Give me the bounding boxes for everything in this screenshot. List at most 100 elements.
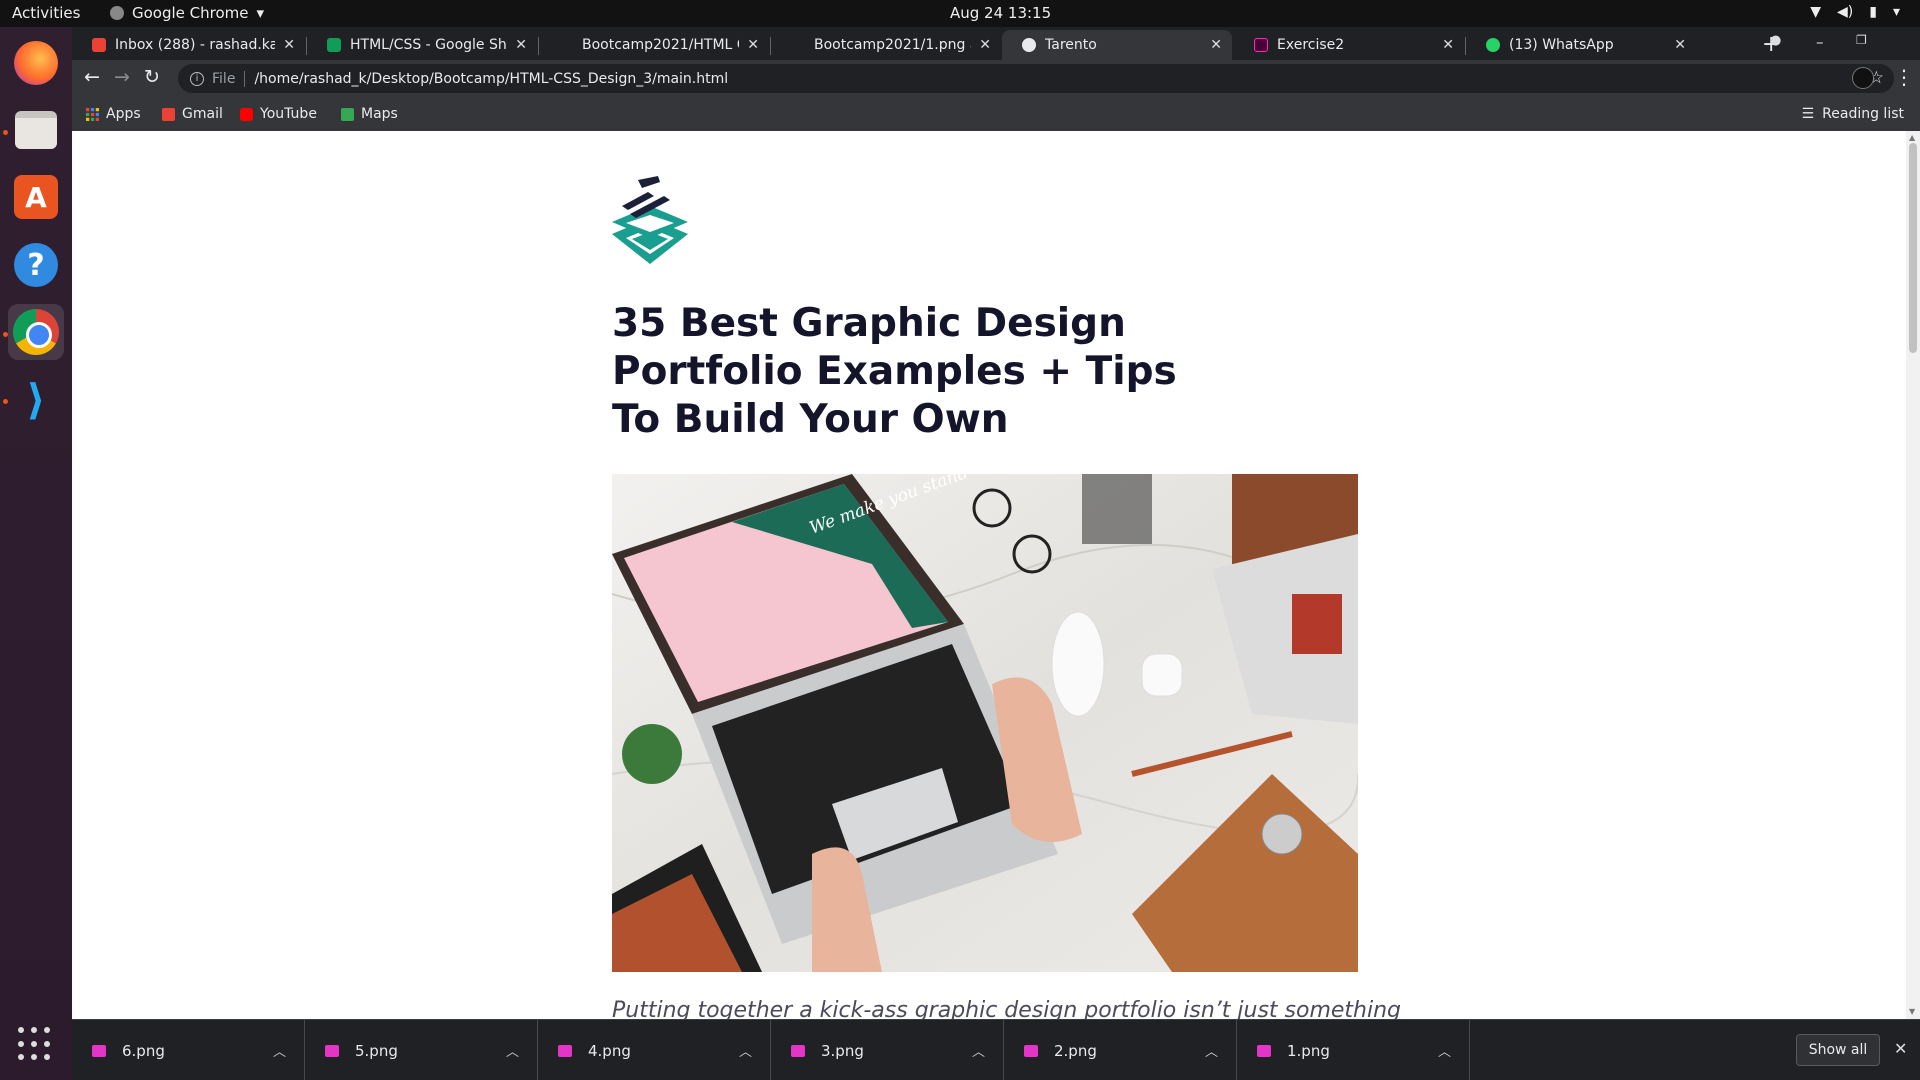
chevron-up-icon[interactable]: ︿ [972,1041,985,1060]
tab-label: Bootcamp2021/1.png at [814,37,972,53]
page-viewport: 35 Best Graphic Design Portfolio Example… [72,131,1920,1019]
tab-search-icon[interactable]: ● [1770,33,1781,48]
bookmark-gmail[interactable]: Gmail [162,106,223,122]
bookmark-maps[interactable]: Maps [341,106,398,122]
github-icon [559,38,573,52]
tab-exercise2[interactable]: Exercise2 ✕ [1234,30,1464,60]
bookmark-label: Maps [361,106,398,122]
download-item[interactable]: 6.png ︿ [72,1020,305,1080]
laptop-desk-photo: We make you stand out! [612,474,1358,972]
restore-button[interactable]: ❐ [1856,33,1867,47]
download-item[interactable]: 5.png ︿ [305,1020,538,1080]
info-icon[interactable]: i [190,71,204,86]
youtube-icon [240,107,253,121]
close-icon[interactable]: ✕ [1894,1039,1907,1058]
dock-files[interactable] [8,102,64,158]
close-icon[interactable]: ✕ [979,37,991,53]
reading-list-button[interactable]: ☰ Reading list [1802,106,1904,122]
maps-icon [341,107,354,121]
firefox-icon [14,41,58,85]
activities-button[interactable]: Activities [12,4,80,22]
dock-software[interactable]: A [8,169,64,225]
chevron-up-icon[interactable]: ︿ [506,1041,519,1060]
dock-firefox[interactable] [8,35,64,91]
close-icon[interactable]: ✕ [283,37,295,53]
tab-sheets[interactable]: HTML/CSS - Google Shee ✕ [307,30,537,60]
tab-label: Tarento [1045,37,1097,53]
reading-list-icon: ☰ [1801,106,1815,122]
download-filename: 3.png [821,1041,864,1060]
back-button[interactable]: ← [84,66,100,88]
software-store-icon: A [14,175,58,219]
app-menu-label: Google Chrome [132,4,249,22]
download-item[interactable]: 1.png ︿ [1237,1020,1470,1080]
help-icon: ? [14,243,58,287]
bookmark-label: Gmail [182,106,223,122]
article-title: 35 Best Graphic Design Portfolio Example… [612,301,1177,442]
close-icon[interactable]: ✕ [1210,37,1222,53]
globe-icon [1022,38,1036,52]
tab-tarento[interactable]: Tarento ✕ [1002,30,1232,60]
chrome-small-icon [110,6,124,20]
site-logo-icon[interactable] [612,176,688,264]
article: 35 Best Graphic Design Portfolio Example… [612,176,1402,1019]
app-menu[interactable]: Google Chrome ▾ [110,4,264,22]
vscode-icon: ⟩ [26,374,46,424]
reload-button[interactable]: ↻ [144,66,160,88]
dock-help[interactable]: ? [8,237,64,293]
bookmark-youtube[interactable]: YouTube [240,106,317,122]
dock: A ? ⟩ [0,27,72,1080]
address-bar[interactable]: i File /home/rashad_k/Desktop/Bootcamp/H… [178,64,1894,93]
tab-label: (13) WhatsApp [1509,37,1614,53]
download-filename: 1.png [1287,1041,1330,1060]
menu-icon[interactable]: ⋮ [1894,65,1914,89]
page-scrollbar[interactable]: ▲ ▼ [1906,131,1920,1019]
show-apps-icon[interactable] [18,1027,54,1063]
chevron-up-icon[interactable]: ︿ [273,1041,286,1060]
download-item[interactable]: 3.png ︿ [771,1020,1004,1080]
forward-button[interactable]: → [114,66,130,88]
wifi-icon: ▼ [1810,4,1822,20]
close-icon[interactable]: ✕ [1674,37,1686,53]
tab-label: Inbox (288) - rashad.kara [115,37,276,53]
image-file-icon [1257,1044,1271,1057]
minimize-button[interactable]: – [1816,33,1824,51]
dock-vscode[interactable]: ⟩ [8,371,64,427]
download-item[interactable]: 4.png ︿ [538,1020,771,1080]
close-icon[interactable]: ✕ [515,37,527,53]
download-filename: 2.png [1054,1041,1097,1060]
scroll-down-arrow-icon[interactable]: ▼ [1909,1007,1915,1016]
close-icon[interactable]: ✕ [747,37,759,53]
scroll-up-arrow-icon[interactable]: ▲ [1909,133,1915,142]
caret-down-icon: ▾ [256,4,265,22]
chevron-up-icon[interactable]: ︿ [1205,1041,1218,1060]
tab-github-png[interactable]: Bootcamp2021/1.png at ✕ [771,30,1001,60]
tab-label: Bootcamp2021/HTML C [582,37,740,53]
tab-gmail[interactable]: Inbox (288) - rashad.kara ✕ [72,30,305,60]
download-item[interactable]: 2.png ︿ [1004,1020,1237,1080]
whatsapp-icon [1486,38,1500,52]
github-icon [791,38,805,52]
download-filename: 4.png [588,1041,631,1060]
system-tray[interactable]: ▼ ◀) ▮ ▾ [1810,4,1900,20]
tab-whatsapp[interactable]: (13) WhatsApp ✕ [1466,30,1696,60]
clock[interactable]: Aug 24 13:15 [950,4,1051,22]
downloads-shelf: 6.png ︿ 5.png ︿ 4.png ︿ 3.png ︿ 2.png ︿ … [72,1019,1920,1080]
dock-chrome[interactable] [8,304,64,360]
apps-grid-icon [86,107,99,121]
article-intro: Putting together a kick-ass graphic desi… [612,998,1402,1019]
profile-avatar[interactable] [1852,67,1874,89]
close-icon[interactable]: ✕ [1442,37,1454,53]
tab-github-html[interactable]: Bootcamp2021/HTML C ✕ [539,30,769,60]
show-all-button[interactable]: Show all [1796,1034,1880,1066]
chevron-up-icon[interactable]: ︿ [1438,1041,1451,1060]
url-text[interactable]: /home/rashad_k/Desktop/Bootcamp/HTML-CSS… [254,71,728,87]
system-top-bar: Activities Google Chrome ▾ Aug 24 13:15 … [0,0,1920,27]
files-icon [15,111,57,149]
hero-image: We make you stand out! [612,474,1358,972]
gmail-icon [162,107,175,121]
bookmark-apps[interactable]: Apps [86,106,141,122]
scrollbar-thumb[interactable] [1909,143,1917,353]
browser-toolbar: ← → ↻ i File /home/rashad_k/Desktop/Boot… [72,60,1920,97]
chevron-up-icon[interactable]: ︿ [739,1041,752,1060]
